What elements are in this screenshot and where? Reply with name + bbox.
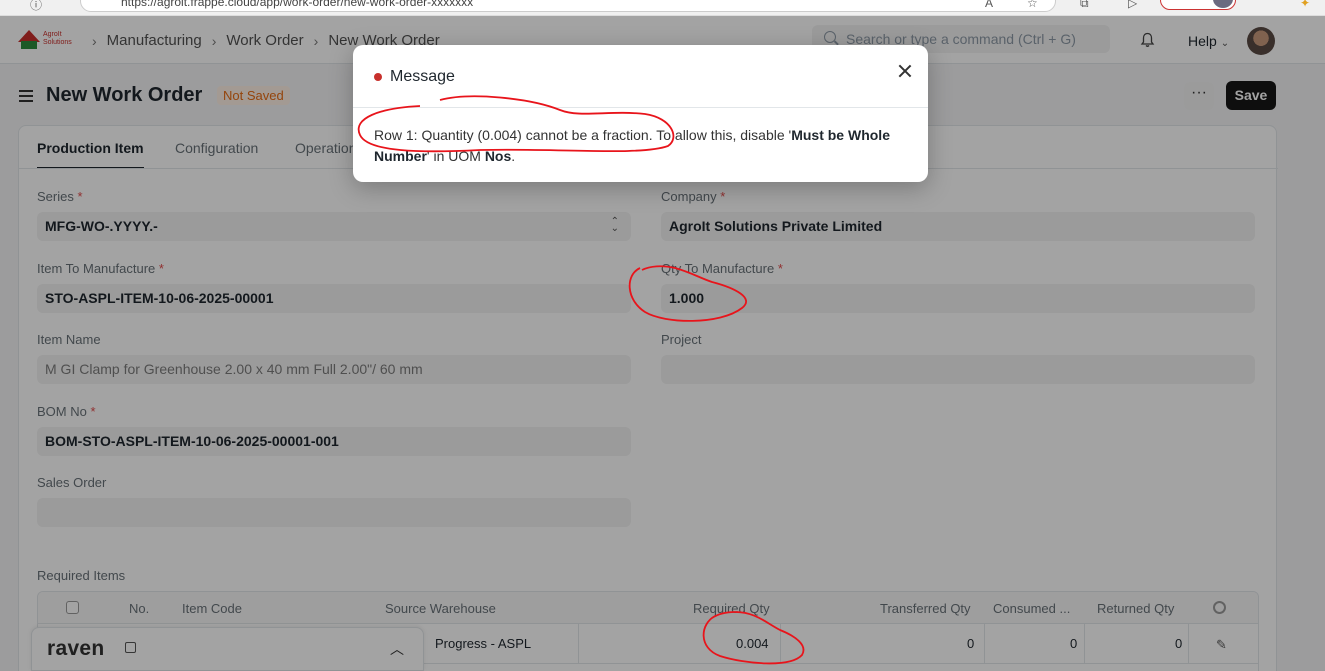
indicator-dot-icon [374,73,382,81]
read-aloud-icon[interactable]: A [985,0,993,10]
extensions-icon[interactable]: ⧉ [1080,0,1089,11]
copilot-icon[interactable]: ✦ [1300,0,1310,10]
message-dialog: Message Row 1: Quantity (0.004) cannot b… [353,45,928,182]
info-icon[interactable]: ⓘ [30,0,42,13]
close-icon[interactable] [895,61,915,81]
address-bar-text: https://agroit.frappe.cloud/app/work-ord… [121,0,474,9]
browser-chrome: ⓘ https://agroit.frappe.cloud/app/work-o… [0,0,1325,16]
address-bar[interactable]: https://agroit.frappe.cloud/app/work-ord… [80,0,1056,12]
dialog-header: Message [353,45,928,108]
favorite-star-icon[interactable]: ☆ [1027,0,1038,10]
dialog-title: Message [390,68,455,85]
media-icon[interactable]: ▷ [1128,0,1137,10]
dialog-message: Row 1: Quantity (0.004) cannot be a frac… [374,127,890,164]
